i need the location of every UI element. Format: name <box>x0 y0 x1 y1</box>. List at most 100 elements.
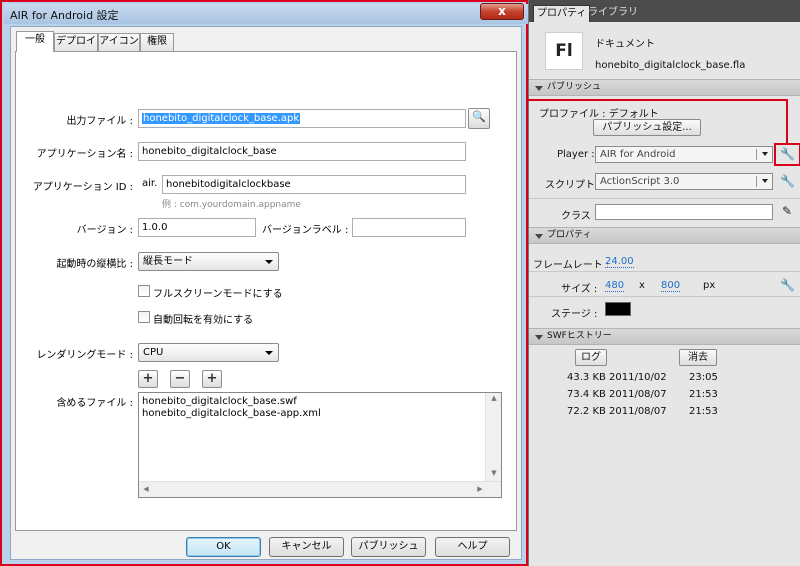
wrench-icon[interactable]: 🔧 <box>780 278 795 292</box>
player-select[interactable]: AIR for Android <box>595 146 773 163</box>
annotation-line <box>528 99 788 101</box>
properties-panel: プロパティ ライブラリ Fl ドキュメント honebito_digitalcl… <box>528 0 800 566</box>
publish-section-header[interactable]: パブリッシュ <box>529 79 800 96</box>
close-button[interactable]: x <box>480 3 524 20</box>
version-input[interactable]: 1.0.0 <box>138 218 256 237</box>
scroll-down-icon[interactable]: ▼ <box>486 469 502 477</box>
tab-deploy[interactable]: デプロイ <box>54 33 98 51</box>
version-label-input[interactable] <box>352 218 466 237</box>
ok-button[interactable]: OK <box>186 537 261 557</box>
history-size: 72.2 KB <box>567 406 606 417</box>
list-item[interactable]: honebito_digitalclock_base.swf <box>142 396 297 407</box>
remove-file-button[interactable]: − <box>170 370 190 388</box>
log-button[interactable]: ログ <box>575 349 607 366</box>
horizontal-scrollbar[interactable]: ◀ ▶ <box>139 481 501 497</box>
air-android-settings-dialog: AIR for Android 設定 x 一般 デプロイ アイコン 権限 出力フ… <box>0 0 528 566</box>
fullscreen-checkbox[interactable] <box>138 285 150 297</box>
app-id-label: アプリケーション ID : <box>32 182 133 193</box>
publish-settings-button[interactable]: パブリッシュ設定... <box>593 119 701 136</box>
class-input[interactable] <box>595 204 773 220</box>
app-name-label: アプリケーション名 : <box>36 149 133 160</box>
pencil-icon[interactable]: ✎ <box>780 204 794 218</box>
size-label: サイズ : <box>561 284 598 295</box>
tab-library[interactable]: ライブラリ <box>585 5 641 22</box>
autorotate-checkbox[interactable] <box>138 311 150 323</box>
app-id-input[interactable]: honebitodigitalclockbase <box>162 175 466 194</box>
close-icon: x <box>498 4 506 18</box>
history-size: 73.4 KB <box>567 389 606 400</box>
width-value[interactable]: 480 <box>605 280 625 292</box>
vertical-scrollbar[interactable]: ▲ ▼ <box>485 393 501 481</box>
tab-icons-label: アイコン <box>99 36 139 47</box>
dialog-client-area: 一般 デプロイ アイコン 権限 出力ファイル : honebito_digita… <box>10 26 522 560</box>
tab-general-label: 一般 <box>25 34 45 45</box>
included-files-list[interactable]: honebito_digitalclock_base.swf honebito_… <box>138 392 502 498</box>
player-label: Player : <box>557 149 595 160</box>
browse-button[interactable]: 🔍 <box>468 108 490 129</box>
annotation-line <box>786 99 788 145</box>
publish-section-title: パブリッシュ <box>547 82 602 92</box>
render-mode-select[interactable]: CPU <box>138 343 279 362</box>
minus-icon: − <box>174 371 186 386</box>
chevron-down-icon <box>762 152 768 156</box>
divider <box>529 271 800 272</box>
app-name-input[interactable]: honebito_digitalclock_base <box>138 142 466 161</box>
plus-icon: + <box>142 371 154 386</box>
history-size: 43.3 KB <box>567 372 606 383</box>
autorotate-label: 自動回転を有効にする <box>153 315 254 326</box>
cancel-button[interactable]: キャンセル <box>269 537 344 557</box>
wrench-icon[interactable]: 🔧 <box>780 147 795 161</box>
tab-icons[interactable]: アイコン <box>98 33 140 51</box>
output-file-label: 出力ファイル : <box>66 116 133 127</box>
clear-button[interactable]: 消去 <box>679 349 717 366</box>
doc-type: ドキュメント <box>595 39 655 50</box>
history-time: 21:53 <box>689 406 718 417</box>
script-select[interactable]: ActionScript 3.0 <box>595 173 773 190</box>
properties-section-header[interactable]: プロパティ <box>529 227 800 244</box>
list-item[interactable]: honebito_digitalclock_base-app.xml <box>142 408 321 419</box>
height-value[interactable]: 800 <box>661 280 681 292</box>
class-label: クラス : <box>561 211 598 222</box>
history-time: 23:05 <box>689 372 718 383</box>
scroll-left-icon[interactable]: ◀ <box>141 485 151 493</box>
tab-permissions-label: 権限 <box>147 36 167 47</box>
app-id-hint: 例 : com.yourdomain.appname <box>162 200 301 210</box>
chevron-down-icon <box>762 179 768 183</box>
history-date: 2011/10/02 <box>609 372 667 383</box>
doc-name: honebito_digitalclock_base.fla <box>595 60 746 71</box>
collapse-triangle-icon <box>535 86 543 91</box>
collapse-triangle-icon <box>535 335 543 340</box>
help-button[interactable]: ヘルプ <box>435 537 510 557</box>
tab-properties[interactable]: プロパティ <box>533 5 591 22</box>
aspect-ratio-label: 起動時の縦横比 : <box>56 259 133 270</box>
scroll-up-icon[interactable]: ▲ <box>486 394 502 402</box>
framerate-value[interactable]: 24.00 <box>605 256 634 268</box>
history-date: 2011/08/07 <box>609 389 667 400</box>
framerate-label: フレームレート : <box>533 260 610 271</box>
general-tab-panel: 出力ファイル : honebito_digitalclock_base.apk … <box>15 51 517 531</box>
publish-button[interactable]: パブリッシュ <box>351 537 426 557</box>
add-file-button[interactable]: + <box>138 370 158 388</box>
chevron-down-icon <box>265 351 273 355</box>
add-folder-button[interactable]: + <box>202 370 222 388</box>
dialog-title: AIR for Android 設定 <box>10 9 119 22</box>
wrench-icon[interactable]: 🔧 <box>780 174 795 188</box>
size-unit: px <box>703 280 716 291</box>
divider <box>756 149 757 160</box>
size-separator: x <box>639 280 645 291</box>
chevron-down-icon <box>265 260 273 264</box>
included-files-label: 含めるファイル : <box>56 398 133 409</box>
dialog-titlebar[interactable]: AIR for Android 設定 <box>4 4 528 24</box>
swf-history-section-header[interactable]: SWFヒストリー <box>529 328 800 345</box>
stage-color-swatch[interactable] <box>605 302 631 316</box>
history-time: 21:53 <box>689 389 718 400</box>
tab-permissions[interactable]: 権限 <box>140 33 174 51</box>
history-date: 2011/08/07 <box>609 406 667 417</box>
aspect-ratio-value: 縦長モード <box>143 256 193 267</box>
output-file-input[interactable]: honebito_digitalclock_base.apk <box>138 109 466 128</box>
output-file-value: honebito_digitalclock_base.apk <box>142 113 301 124</box>
scroll-right-icon[interactable]: ▶ <box>475 485 485 493</box>
aspect-ratio-select[interactable]: 縦長モード <box>138 252 279 271</box>
tab-general[interactable]: 一般 <box>16 31 54 52</box>
collapse-triangle-icon <box>535 234 543 239</box>
